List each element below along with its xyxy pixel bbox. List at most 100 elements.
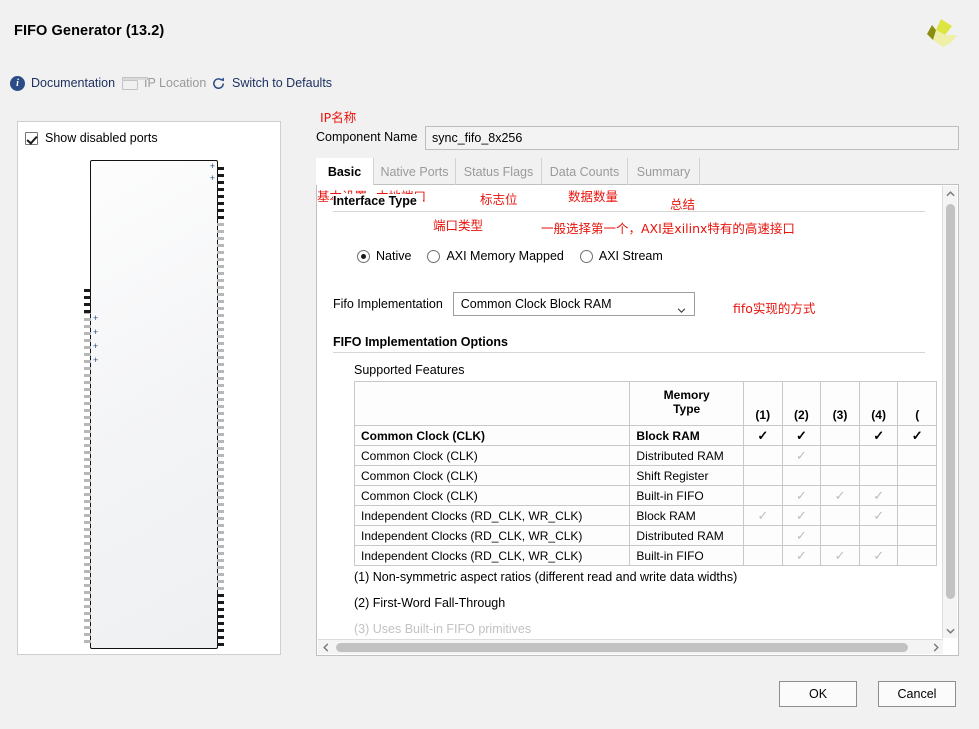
table-row[interactable]: Common Clock (CLK) Distributed RAM ✓ — [353, 445, 937, 466]
ip-port-stub — [84, 479, 91, 482]
ip-port-stub — [217, 601, 224, 604]
cell-support-3: ✓ — [820, 485, 860, 506]
annotation-4: 标志位 — [480, 192, 518, 207]
ip-port-stub — [84, 465, 91, 468]
tab-label: Summary — [636, 164, 691, 179]
footnote-3: (3) Uses Built-in FIFO primitives — [354, 622, 532, 636]
ip-port-stub — [217, 314, 224, 317]
cancel-button[interactable]: Cancel — [878, 681, 956, 707]
ip-port-stub — [217, 349, 224, 352]
table-row[interactable]: Independent Clocks (RD_CLK, WR_CLK) Built… — [353, 545, 937, 566]
ip-symbol-block: + + + + + + — [84, 160, 224, 649]
horizontal-scrollbar-thumb[interactable] — [336, 643, 908, 652]
table-row[interactable]: Independent Clocks (RD_CLK, WR_CLK) Block… — [353, 505, 937, 526]
ip-port-stub — [217, 272, 224, 275]
tab-data-counts[interactable]: Data Counts — [542, 158, 628, 185]
ip-port-expand-icon[interactable]: + — [93, 328, 98, 337]
ip-port-stub — [84, 507, 91, 510]
tab-label: Native Ports — [380, 164, 449, 179]
ip-port-stub — [84, 388, 91, 391]
ip-port-expand-icon[interactable]: + — [210, 174, 215, 183]
scroll-up-icon[interactable] — [943, 186, 958, 201]
ip-port-stub — [217, 181, 224, 184]
ip-port-expand-icon[interactable]: + — [93, 314, 98, 323]
fifo-implementation-row: Fifo Implementation Common Clock Block R… — [333, 292, 695, 316]
ip-location-button[interactable]: IP Location — [122, 72, 206, 94]
ip-port-stub — [217, 230, 224, 233]
check-icon: ✓ — [911, 427, 923, 443]
horizontal-scrollbar[interactable] — [318, 639, 943, 654]
ip-port-stub — [217, 384, 224, 387]
documentation-button[interactable]: i Documentation — [10, 72, 115, 94]
cell-support-1: ✓ — [742, 505, 783, 526]
refresh-icon — [211, 76, 226, 91]
vertical-scrollbar[interactable] — [942, 186, 957, 638]
ip-port-stub — [84, 296, 91, 299]
radio-axi-stream[interactable]: AXI Stream — [579, 249, 663, 263]
fifo-implementation-select[interactable]: Common Clock Block RAM — [452, 292, 695, 316]
scroll-down-icon[interactable] — [943, 623, 958, 638]
ip-port-stub — [217, 237, 224, 240]
ip-port-expand-icon[interactable]: + — [93, 356, 98, 365]
table-row[interactable]: Common Clock (CLK) Shift Register — [353, 465, 937, 486]
ip-port-stub — [84, 332, 91, 335]
table-row[interactable]: Independent Clocks (RD_CLK, WR_CLK) Distr… — [353, 525, 937, 546]
ip-port-stub — [217, 195, 224, 198]
tab-basic[interactable]: Basic — [316, 158, 374, 185]
ip-port-stub — [217, 454, 224, 457]
tab-summary[interactable]: Summary — [628, 158, 700, 185]
tab-label: Basic — [327, 164, 362, 179]
ip-port-stub — [217, 426, 224, 429]
table-row[interactable]: Common Clock (CLK) Block RAM ✓ ✓ ✓ ✓ — [353, 425, 937, 446]
cell-support-1 — [742, 525, 783, 546]
check-icon: ✓ — [795, 547, 807, 563]
cell-support-2: ✓ — [781, 445, 822, 466]
component-name-input[interactable] — [425, 126, 959, 150]
ip-port-stub — [84, 458, 91, 461]
scroll-right-icon[interactable] — [928, 640, 943, 655]
ip-port-stub — [217, 405, 224, 408]
folder-icon — [122, 76, 148, 90]
ip-port-stub — [217, 279, 224, 282]
toolbar: i Documentation IP Location Switch to De… — [0, 72, 979, 100]
table-row[interactable]: Common Clock (CLK) Built-in FIFO ✓ ✓ ✓ — [353, 485, 937, 506]
ip-port-stub — [217, 559, 224, 562]
fifo-implementation-value: Common Clock Block RAM — [460, 297, 612, 311]
ip-port-stub — [217, 307, 224, 310]
ip-port-expand-icon[interactable]: + — [210, 162, 215, 171]
ip-port-stub — [217, 573, 224, 576]
ip-port-stub — [84, 451, 91, 454]
ip-port-stub — [217, 167, 224, 170]
ip-port-stub — [84, 472, 91, 475]
ip-port-stub — [217, 468, 224, 471]
ip-port-stub — [217, 300, 224, 303]
ip-port-stub — [217, 265, 224, 268]
cell-memory-type: Block RAM — [629, 425, 744, 446]
cell-support-1 — [742, 545, 783, 566]
footnote-1: (1) Non-symmetric aspect ratios (differe… — [354, 570, 738, 584]
switch-to-defaults-button[interactable]: Switch to Defaults — [211, 72, 332, 94]
ip-port-expand-icon[interactable]: + — [93, 342, 98, 351]
cell-support-2: ✓ — [781, 425, 822, 446]
cell-support-4 — [858, 465, 899, 486]
show-disabled-ports-checkbox[interactable]: Show disabled ports — [25, 131, 158, 145]
ip-port-stub — [84, 605, 91, 608]
cell-support-4 — [858, 525, 899, 546]
ip-port-stub — [217, 258, 224, 261]
table-header-feature — [353, 381, 631, 426]
vertical-scrollbar-thumb[interactable] — [946, 204, 955, 599]
tab-status-flags[interactable]: Status Flags — [456, 158, 542, 185]
radio-axi-memory-mapped[interactable]: AXI Memory Mapped — [427, 249, 564, 263]
check-icon: ✓ — [757, 427, 769, 443]
fifo-generator-dialog: FIFO Generator (13.2) i Documentation IP… — [0, 0, 979, 729]
tab-native-ports[interactable]: Native Ports — [374, 158, 456, 185]
radio-native[interactable]: Native — [357, 249, 411, 263]
radio-label: AXI Memory Mapped — [446, 249, 564, 263]
cell-support-3 — [820, 525, 860, 546]
xilinx-vivado-logo-icon — [921, 14, 961, 54]
ip-port-stub — [217, 363, 224, 366]
ip-port-stub — [217, 244, 224, 247]
ok-button[interactable]: OK — [779, 681, 857, 707]
ip-port-stub — [84, 542, 91, 545]
scroll-left-icon[interactable] — [318, 640, 333, 655]
